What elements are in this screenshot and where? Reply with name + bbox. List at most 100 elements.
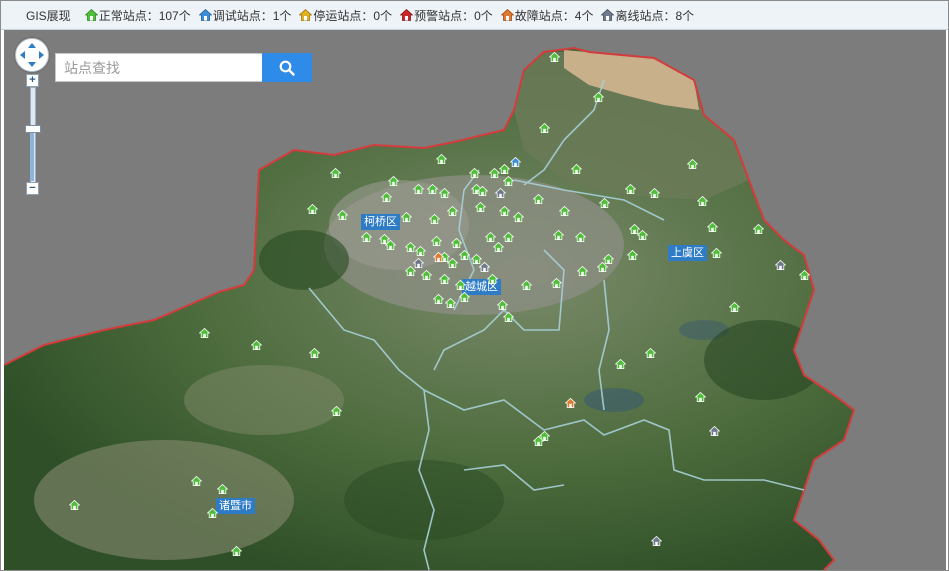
marker-normal-icon[interactable] — [493, 242, 504, 252]
marker-normal-icon[interactable] — [625, 184, 636, 194]
marker-normal-icon[interactable] — [521, 280, 532, 290]
marker-normal-icon[interactable] — [429, 214, 440, 224]
marker-normal-icon[interactable] — [645, 348, 656, 358]
marker-normal-icon[interactable] — [433, 294, 444, 304]
stat-stopped[interactable]: 停运站点：0个 — [299, 7, 392, 24]
stat-fault[interactable]: 故障站点：4个 — [500, 7, 593, 24]
marker-debug-icon[interactable] — [510, 157, 521, 167]
marker-normal-icon[interactable] — [459, 292, 470, 302]
marker-offline-icon[interactable] — [495, 188, 506, 198]
marker-normal-icon[interactable] — [753, 224, 764, 234]
marker-normal-icon[interactable] — [549, 52, 560, 62]
marker-normal-icon[interactable] — [447, 206, 458, 216]
marker-normal-icon[interactable] — [207, 508, 218, 518]
marker-normal-icon[interactable] — [497, 300, 508, 310]
marker-normal-icon[interactable] — [499, 164, 510, 174]
marker-normal-icon[interactable] — [309, 348, 320, 358]
marker-normal-icon[interactable] — [439, 188, 450, 198]
marker-normal-icon[interactable] — [439, 274, 450, 284]
site-search-input[interactable] — [55, 53, 263, 82]
marker-normal-icon[interactable] — [475, 202, 486, 212]
marker-normal-icon[interactable] — [503, 176, 514, 186]
marker-normal-icon[interactable] — [451, 238, 462, 248]
marker-normal-icon[interactable] — [477, 186, 488, 196]
marker-normal-icon[interactable] — [331, 406, 342, 416]
marker-normal-icon[interactable] — [499, 206, 510, 216]
map-canvas[interactable]: + − 柯桥区 越城区 上虞区 诸暨市 — [4, 30, 946, 570]
marker-normal-icon[interactable] — [599, 198, 610, 208]
marker-normal-icon[interactable] — [415, 246, 426, 256]
marker-normal-icon[interactable] — [575, 232, 586, 242]
marker-normal-icon[interactable] — [199, 328, 210, 338]
marker-normal-icon[interactable] — [427, 184, 438, 194]
marker-normal-icon[interactable] — [330, 168, 341, 178]
stat-offline[interactable]: 离线站点：8个 — [601, 7, 694, 24]
marker-normal-icon[interactable] — [191, 476, 202, 486]
marker-normal-icon[interactable] — [231, 546, 242, 556]
marker-normal-icon[interactable] — [593, 92, 604, 102]
zoom-out-button[interactable]: − — [26, 182, 39, 195]
search-button[interactable] — [262, 53, 312, 82]
marker-normal-icon[interactable] — [551, 278, 562, 288]
marker-offline-icon[interactable] — [775, 260, 786, 270]
marker-normal-icon[interactable] — [459, 250, 470, 260]
marker-normal-icon[interactable] — [69, 500, 80, 510]
marker-normal-icon[interactable] — [627, 250, 638, 260]
marker-normal-icon[interactable] — [597, 262, 608, 272]
marker-normal-icon[interactable] — [445, 298, 456, 308]
marker-normal-icon[interactable] — [217, 484, 228, 494]
marker-normal-icon[interactable] — [577, 266, 588, 276]
marker-normal-icon[interactable] — [251, 340, 262, 350]
marker-normal-icon[interactable] — [539, 123, 550, 133]
marker-normal-icon[interactable] — [436, 154, 447, 164]
marker-normal-icon[interactable] — [455, 280, 466, 290]
marker-normal-icon[interactable] — [385, 240, 396, 250]
district-label-keqiao[interactable]: 柯桥区 — [361, 214, 400, 230]
marker-normal-icon[interactable] — [687, 159, 698, 169]
marker-normal-icon[interactable] — [513, 212, 524, 222]
marker-normal-icon[interactable] — [413, 184, 424, 194]
marker-normal-icon[interactable] — [615, 359, 626, 369]
marker-offline-icon[interactable] — [479, 262, 490, 272]
stat-debug[interactable]: 调试站点：1个 — [198, 7, 291, 24]
marker-normal-icon[interactable] — [697, 196, 708, 206]
marker-normal-icon[interactable] — [729, 302, 740, 312]
marker-normal-icon[interactable] — [447, 258, 458, 268]
marker-normal-icon[interactable] — [381, 192, 392, 202]
marker-normal-icon[interactable] — [559, 206, 570, 216]
marker-normal-icon[interactable] — [637, 230, 648, 240]
marker-normal-icon[interactable] — [533, 436, 544, 446]
marker-normal-icon[interactable] — [401, 212, 412, 222]
marker-normal-icon[interactable] — [503, 312, 514, 322]
district-label-zhuji[interactable]: 诸暨市 — [216, 498, 255, 514]
marker-offline-icon[interactable] — [413, 258, 424, 268]
marker-normal-icon[interactable] — [487, 274, 498, 284]
marker-normal-icon[interactable] — [571, 164, 582, 174]
marker-normal-icon[interactable] — [503, 232, 514, 242]
zoom-slider-handle[interactable] — [25, 125, 41, 133]
marker-normal-icon[interactable] — [307, 204, 318, 214]
marker-normal-icon[interactable] — [711, 248, 722, 258]
marker-offline-icon[interactable] — [709, 426, 720, 436]
pan-control[interactable] — [15, 38, 49, 72]
marker-normal-icon[interactable] — [361, 232, 372, 242]
marker-normal-icon[interactable] — [485, 232, 496, 242]
marker-normal-icon[interactable] — [553, 230, 564, 240]
zoom-in-button[interactable]: + — [26, 74, 39, 87]
marker-fault-icon[interactable] — [433, 252, 444, 262]
marker-offline-icon[interactable] — [651, 536, 662, 546]
marker-normal-icon[interactable] — [469, 168, 480, 178]
marker-normal-icon[interactable] — [707, 222, 718, 232]
stat-normal[interactable]: 正常站点：107个 — [84, 7, 191, 24]
stat-warning[interactable]: 预警站点：0个 — [400, 7, 493, 24]
marker-normal-icon[interactable] — [431, 236, 442, 246]
marker-normal-icon[interactable] — [421, 270, 432, 280]
marker-normal-icon[interactable] — [533, 194, 544, 204]
district-label-shangyu[interactable]: 上虞区 — [668, 245, 707, 261]
marker-fault-icon[interactable] — [565, 398, 576, 408]
marker-normal-icon[interactable] — [695, 392, 706, 402]
marker-normal-icon[interactable] — [388, 176, 399, 186]
marker-normal-icon[interactable] — [799, 270, 810, 280]
marker-normal-icon[interactable] — [649, 188, 660, 198]
marker-normal-icon[interactable] — [337, 210, 348, 220]
